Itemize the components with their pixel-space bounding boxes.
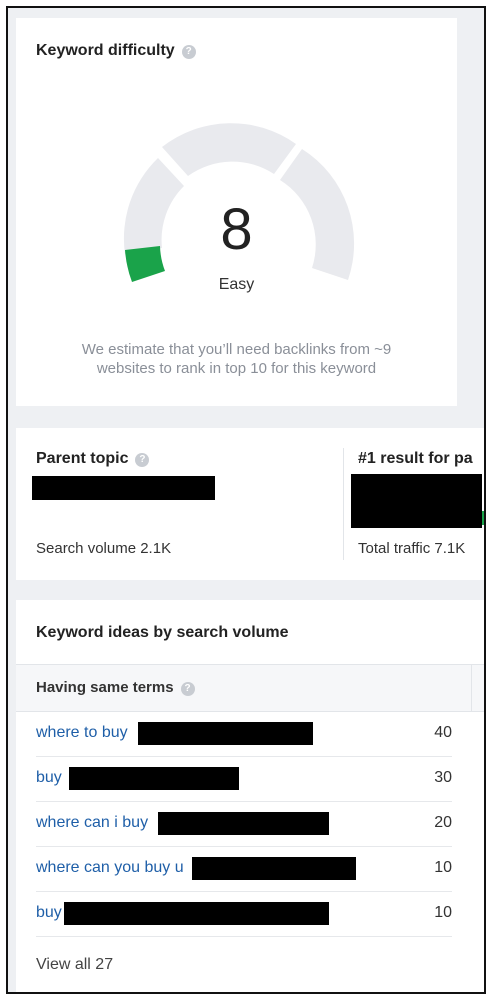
difficulty-score: 8 xyxy=(220,197,253,262)
keyword-volume: 10 xyxy=(434,904,452,921)
keyword-link[interactable]: where can you buy u xyxy=(36,859,184,877)
keyword-row[interactable]: buy 30 xyxy=(36,756,452,802)
keyword-link[interactable]: buy xyxy=(36,769,62,787)
redacted-parent-topic xyxy=(32,476,215,500)
question-circle-icon[interactable]: ? xyxy=(180,682,195,696)
difficulty-gauge xyxy=(123,123,355,282)
keyword-row[interactable]: where to buy 40 xyxy=(36,711,452,757)
status-indicator xyxy=(482,511,484,525)
keyword-ideas-card: Keyword ideas by search volume Having sa… xyxy=(16,600,484,992)
keyword-link[interactable]: where to buy xyxy=(36,724,128,742)
keyword-volume: 40 xyxy=(434,724,452,741)
redacted-top-result xyxy=(351,474,482,528)
redacted-keyword xyxy=(69,767,239,790)
column-divider xyxy=(343,448,344,560)
tab-having-same-terms[interactable]: Having same terms? xyxy=(36,679,195,696)
view-all-link[interactable]: View all 27 xyxy=(36,956,113,974)
keyword-difficulty-card: Keyword difficulty? 8 Easy We estimate t… xyxy=(16,18,457,406)
tab-separator xyxy=(471,665,472,711)
app-frame: Keyword difficulty? 8 Easy We estimate t… xyxy=(6,6,486,994)
keyword-link[interactable]: buy xyxy=(36,904,62,922)
redacted-keyword xyxy=(192,857,356,880)
keyword-volume: 20 xyxy=(434,814,452,831)
keyword-link[interactable]: where can i buy xyxy=(36,814,148,832)
keyword-row[interactable]: where can i buy 20 xyxy=(36,801,452,847)
redacted-keyword xyxy=(158,812,329,835)
redacted-keyword xyxy=(138,722,313,745)
difficulty-label: Easy xyxy=(218,276,255,293)
total-traffic: Total traffic 7.1K xyxy=(358,540,466,557)
parent-topic-card: Parent topic? Search volume 2.1K #1 resu… xyxy=(16,428,484,580)
keyword-ideas-title: Keyword ideas by search volume xyxy=(36,624,289,641)
redacted-keyword xyxy=(64,902,329,925)
gauge-segment-2 xyxy=(162,123,296,176)
top-result-title: #1 result for pa xyxy=(358,450,473,467)
question-circle-icon[interactable]: ? xyxy=(135,453,150,467)
search-volume: Search volume 2.1K xyxy=(36,540,172,557)
keyword-ideas-tabs: Having same terms? xyxy=(16,664,484,712)
keyword-row[interactable]: buy 10 xyxy=(36,891,452,937)
difficulty-description: We estimate that you’ll need backlinks f… xyxy=(81,341,392,377)
parent-topic-title: Parent topic? xyxy=(36,450,150,468)
keyword-volume: 30 xyxy=(434,769,452,786)
keyword-row[interactable]: where can you buy u 10 xyxy=(36,846,452,892)
keyword-volume: 10 xyxy=(434,859,452,876)
